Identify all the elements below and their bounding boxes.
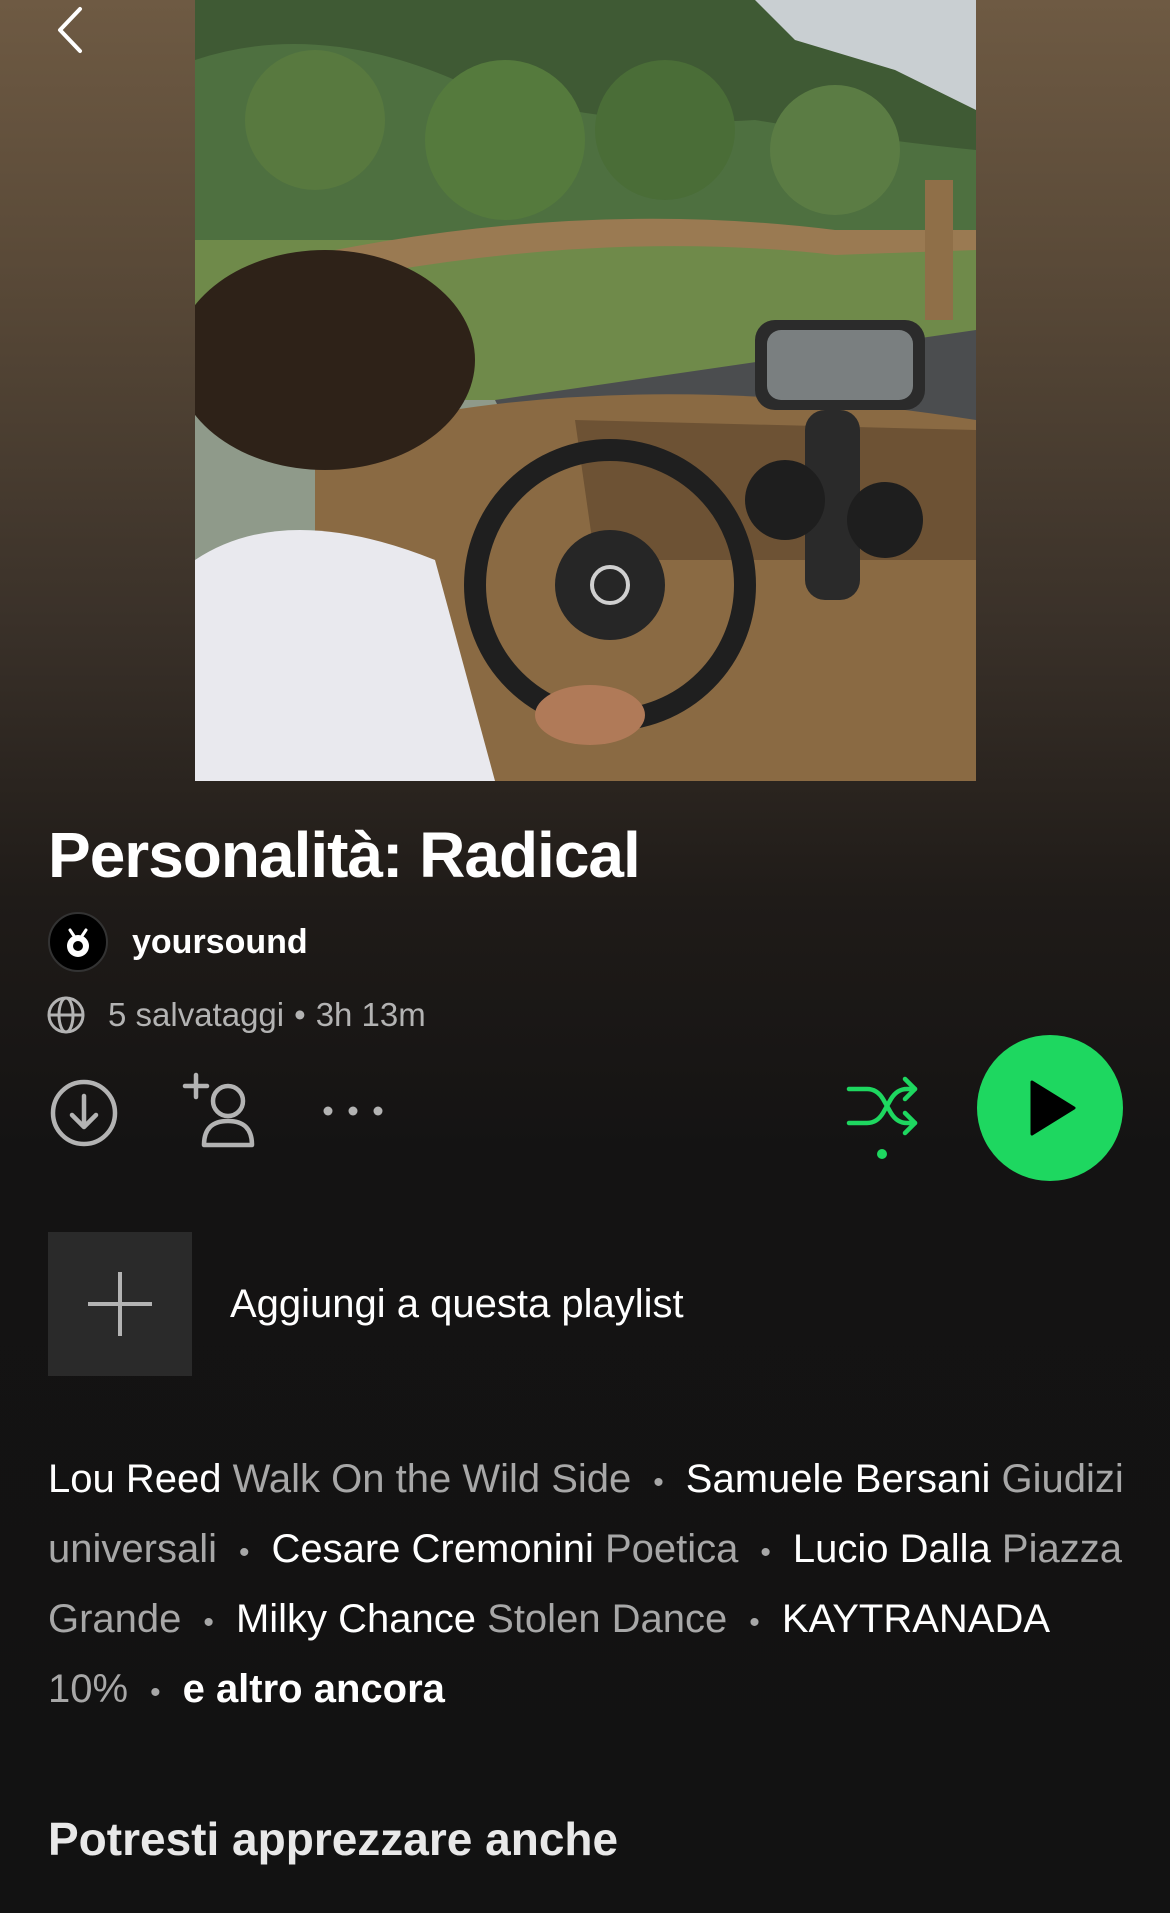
- play-button[interactable]: [977, 1035, 1123, 1181]
- track-separator: •: [203, 1606, 214, 1639]
- playlist-title: Personalità: Radical: [48, 819, 641, 891]
- owner-name: yoursound: [132, 922, 308, 961]
- add-user-button[interactable]: [182, 1071, 262, 1151]
- track-artist: Milky Chance: [235, 1597, 477, 1641]
- track-artist: Cesare Cremonini: [271, 1527, 594, 1571]
- add-to-playlist-label: Aggiungi a questa playlist: [230, 1281, 684, 1326]
- shuffle-icon: [846, 1076, 918, 1159]
- track-separator: •: [238, 1536, 250, 1569]
- avatar: [48, 912, 108, 972]
- shuffle-button[interactable]: [843, 1073, 923, 1163]
- track-separator: •: [760, 1536, 771, 1569]
- add-box: [48, 1232, 192, 1376]
- track-separator: •: [749, 1606, 760, 1639]
- saves-count: 5 salvataggi: [108, 996, 285, 1033]
- meta-separator: •: [294, 996, 306, 1033]
- track-title: Poetica: [604, 1527, 739, 1571]
- play-icon: [1030, 1080, 1076, 1136]
- track-separator: •: [150, 1676, 161, 1709]
- playlist-page: Personalità: Radical yoursound 5 salvata…: [0, 0, 1170, 1913]
- track-item: Milky Chance Stolen Dance: [236, 1597, 727, 1641]
- more-options-button[interactable]: [320, 1091, 386, 1131]
- track-title: Walk On the Wild Side: [232, 1457, 632, 1501]
- track-artist: Lucio Dalla: [792, 1527, 991, 1571]
- download-circle-icon: [50, 1079, 118, 1147]
- add-user-icon: [182, 1072, 255, 1148]
- track-separator: •: [653, 1466, 664, 1499]
- more-horizontal-icon: [323, 1106, 383, 1116]
- track-artist: Lou Reed: [48, 1457, 222, 1501]
- track-preview-list: Lou Reed Walk On the Wild Side • Samuele B…: [48, 1446, 1128, 1726]
- plus-icon: [88, 1272, 152, 1336]
- add-to-playlist-row[interactable]: Aggiungi a questa playlist: [48, 1232, 684, 1376]
- track-artist: Samuele Bersani: [685, 1457, 991, 1501]
- recommendations-heading: Potresti apprezzare anche: [48, 1813, 619, 1865]
- download-button[interactable]: [46, 1075, 122, 1151]
- track-item: Lou Reed Walk On the Wild Side: [48, 1457, 631, 1501]
- playlist-owner[interactable]: yoursound: [48, 912, 308, 972]
- track-title: Stolen Dance: [487, 1597, 728, 1641]
- track-item: Cesare Cremonini Poetica: [271, 1527, 738, 1571]
- track-title: 10%: [48, 1667, 129, 1711]
- back-button[interactable]: [40, 0, 100, 60]
- playlist-duration: 3h 13m: [315, 996, 426, 1033]
- owner-logo-icon: [67, 928, 89, 957]
- playlist-meta: 5 salvataggi • 3h 13m: [46, 993, 426, 1037]
- globe-icon: [46, 995, 86, 1035]
- playlist-cover-image: [195, 0, 976, 781]
- chevron-left-icon: [58, 7, 82, 53]
- more-tracks-link[interactable]: e altro ancora: [183, 1667, 445, 1711]
- track-artist: KAYTRANADA: [781, 1597, 1048, 1641]
- action-row: [0, 1035, 1170, 1185]
